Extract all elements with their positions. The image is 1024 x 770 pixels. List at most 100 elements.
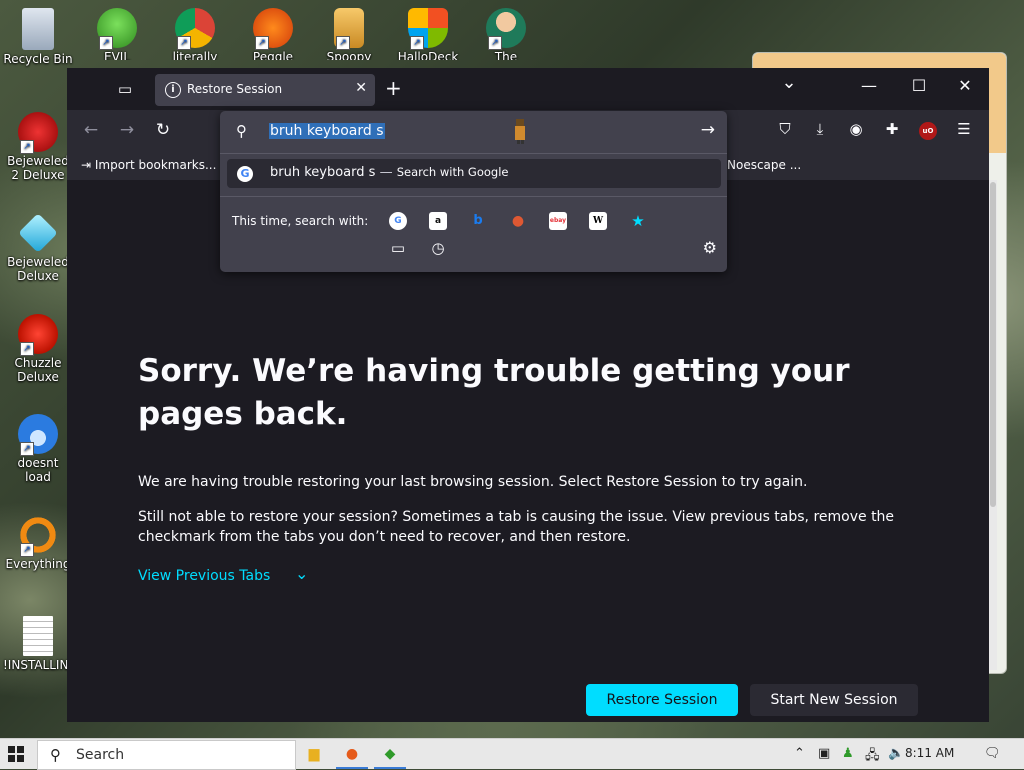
urlbar-input[interactable]: bruh keyboard s — [269, 123, 385, 139]
taskbar: ⚲ Search ▆ ● ◆ ⌃ ▣ ♟ 🖧 🔈 8:11 AM 🗨 — [0, 738, 1024, 770]
shortcut-arrow-icon: ↗ — [20, 543, 34, 557]
forward-button[interactable]: → — [115, 120, 139, 142]
peggle-icon: ↗ — [253, 8, 293, 50]
firefox-view-icon[interactable]: ▭ — [111, 78, 139, 100]
desktop-icon-bejeweled-2[interactable]: ↗ Bejeweled 2 Deluxe — [3, 112, 73, 182]
restore-session-button[interactable]: Restore Session — [586, 684, 738, 716]
go-arrow-button[interactable]: → — [701, 120, 715, 140]
suggestion-separator: — — [379, 165, 393, 180]
minimize-button[interactable]: — — [849, 76, 889, 95]
desktop-icon-label: Spoopy — [326, 50, 372, 60]
desktop-icon-everything[interactable]: ↗ Everything — [3, 515, 73, 571]
gear-icon[interactable]: ⚙ — [703, 238, 717, 257]
menu-icon[interactable]: ☰ — [952, 120, 976, 142]
info-icon: i — [165, 82, 181, 98]
chevron-down-icon[interactable]: ⌄ — [295, 564, 308, 583]
error-description: We are having trouble restoring your las… — [138, 474, 808, 490]
search-suggestion-row[interactable]: G bruh keyboard s — Search with Google — [227, 159, 721, 188]
suggestion-action: Search with Google — [396, 165, 509, 179]
extensions-icon[interactable]: ✚ — [880, 120, 904, 142]
import-icon: ⇥ — [81, 158, 92, 172]
firefox-taskbar-icon[interactable]: ● — [336, 742, 368, 769]
amazon-engine-icon[interactable]: a — [429, 212, 447, 230]
bejeweled-2-icon: ↗ — [18, 112, 58, 154]
desktop-icon-the-legend[interactable]: ↗ The Legend — [471, 8, 541, 60]
desktop-icon-recycle-bin[interactable]: Recycle Bin — [3, 8, 73, 66]
notifications-icon[interactable]: 🗨 — [984, 746, 1001, 761]
back-button[interactable]: ← — [79, 120, 103, 142]
urlbar-value: bruh keyboard s — [269, 123, 385, 139]
desktop-icon-chuzzle[interactable]: ↗ Chuzzle Deluxe — [3, 314, 73, 384]
shortcut-arrow-icon: ↗ — [177, 36, 191, 50]
desktop-icon-label: Recycle Bin — [3, 52, 73, 66]
green-app-taskbar-icon[interactable]: ◆ — [374, 742, 406, 769]
volume-icon[interactable]: 🔈 — [888, 746, 904, 761]
tray-app-icon[interactable]: ▣ — [818, 746, 830, 761]
desktop-icon-bejeweled[interactable]: Bejeweled Deluxe — [3, 213, 73, 283]
windows-start-icon[interactable] — [8, 746, 24, 762]
urlbar[interactable]: ⚲ bruh keyboard s → — [220, 111, 727, 154]
view-previous-tabs-link[interactable]: View Previous Tabs — [138, 568, 270, 584]
clock-time[interactable]: 8:11 AM — [905, 746, 954, 760]
new-tab-button[interactable]: + — [385, 76, 402, 100]
file-explorer-icon[interactable]: ▆ — [302, 742, 326, 766]
start-new-session-button[interactable]: Start New Session — [750, 684, 918, 716]
ublock-origin-icon[interactable]: uO — [919, 122, 937, 140]
close-window-button[interactable]: ✕ — [945, 76, 985, 95]
pocket-icon[interactable]: ⛉ — [773, 120, 797, 142]
recycle-bin-icon — [22, 8, 54, 50]
desktop-icon-hallodeck[interactable]: ↗ HalloDeck — [393, 8, 463, 60]
bookmark-noescape[interactable]: Noescape ... — [727, 158, 801, 172]
bookmarks-star-icon[interactable]: ★ — [629, 212, 647, 230]
suggestion-query: bruh keyboard s — [270, 165, 376, 180]
tab-restore-session[interactable]: i Restore Session ✕ — [155, 74, 375, 106]
wikipedia-engine-icon[interactable]: W — [589, 212, 607, 230]
history-icon[interactable]: ◷ — [429, 239, 447, 257]
import-bookmarks-link[interactable]: ⇥ Import bookmarks... — [81, 158, 216, 172]
shortcut-arrow-icon: ↗ — [488, 36, 502, 50]
desktop-icon-doesnt-load[interactable]: ↗ doesnt load — [3, 414, 73, 484]
diamond-icon — [18, 213, 58, 253]
duckduckgo-engine-icon[interactable]: ● — [509, 212, 527, 230]
reload-button[interactable]: ↻ — [151, 120, 175, 142]
desktop-icon-label: !INSTALLIN... — [3, 658, 80, 672]
scrollbar-thumb[interactable] — [990, 182, 996, 507]
desktop-icon-label: doesnt load — [17, 456, 59, 484]
active-indicator — [374, 767, 406, 769]
search-icon: ⚲ — [50, 746, 61, 764]
google-icon: G — [237, 166, 253, 182]
magnifier-icon: ↗ — [18, 515, 58, 557]
desktop-icon-literally[interactable]: ↗ literally — [160, 8, 230, 60]
desktop-icon-peggle-nights[interactable]: ↗ Peggle Nights — [238, 8, 308, 60]
account-icon[interactable]: ◉ — [844, 120, 868, 142]
desktop-icon-evil-green[interactable]: ↗ EVIL GREEN — [82, 8, 152, 60]
desktop-icon-label: Everything — [5, 557, 71, 571]
active-indicator — [336, 767, 368, 769]
desktop-icon-label: Chuzzle Deluxe — [14, 356, 62, 384]
taskbar-search-box[interactable]: ⚲ Search — [37, 740, 296, 770]
text-file-icon — [23, 616, 53, 656]
tray-chevron-up-icon[interactable]: ⌃ — [794, 746, 805, 761]
tray-user-icon[interactable]: ♟ — [842, 746, 854, 761]
bing-engine-icon[interactable]: b — [469, 212, 487, 230]
urlbar-dropdown: ⚲ bruh keyboard s → G bruh keyboard s — … — [220, 111, 727, 272]
desktop-icon-installin[interactable]: !INSTALLIN... — [3, 616, 80, 672]
google-engine-icon[interactable]: G — [389, 212, 407, 230]
maximize-button[interactable]: ☐ — [899, 76, 939, 95]
oneoff-label: This time, search with: — [232, 214, 369, 228]
downloads-icon[interactable]: ⤓ — [808, 120, 832, 142]
tabs-icon[interactable]: ▭ — [389, 239, 407, 257]
network-icon[interactable]: 🖧 — [865, 746, 880, 768]
search-icon: ⚲ — [236, 122, 247, 140]
shortcut-arrow-icon: ↗ — [336, 36, 350, 50]
thunderbird-icon: ↗ — [18, 414, 58, 456]
desktop-icon-label: Bejeweled Deluxe — [7, 255, 69, 283]
shortcut-arrow-icon: ↗ — [255, 36, 269, 50]
tab-close-icon[interactable]: ✕ — [355, 80, 367, 96]
desktop-icon-label: EVIL GREEN — [103, 50, 130, 60]
shortcut-arrow-icon: ↗ — [20, 442, 34, 456]
desktop-icon-spoopy[interactable]: ↗ Spoopy — [314, 8, 384, 60]
list-all-tabs-button[interactable]: ⌄ — [769, 72, 809, 93]
ebay-engine-icon[interactable]: ebay — [549, 212, 567, 230]
page-title: Sorry. We’re having trouble getting your… — [138, 353, 850, 432]
